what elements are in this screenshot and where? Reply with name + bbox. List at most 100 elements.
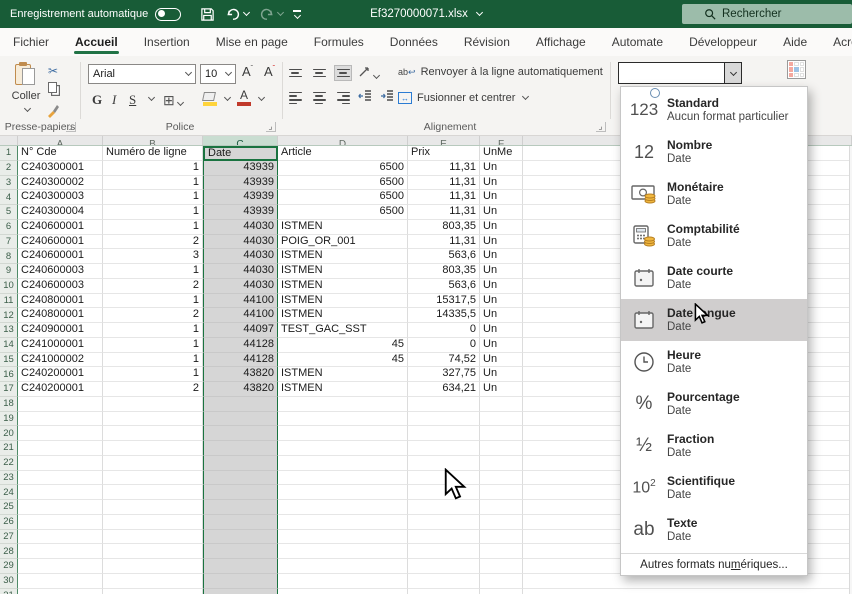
cell-A16[interactable]: C240200001 [18, 367, 103, 382]
cell-D30[interactable] [278, 574, 408, 589]
more-number-formats-button[interactable]: Autres formats numériques... [621, 553, 807, 575]
align-middle-button[interactable] [310, 65, 328, 81]
tab-insertion[interactable]: Insertion [131, 29, 203, 55]
cell-F20[interactable] [480, 426, 523, 441]
cell-D18[interactable] [278, 397, 408, 412]
cell-C4[interactable]: 43939 [203, 190, 278, 205]
row-header-2[interactable]: 2 [0, 161, 18, 176]
cell-E8[interactable]: 563,6 [408, 249, 480, 264]
undo-button[interactable] [222, 5, 252, 24]
autosave-toggle[interactable] [155, 8, 181, 21]
cell-F11[interactable]: Un [480, 294, 523, 309]
cell-B10[interactable]: 2 [103, 279, 203, 294]
cell-A30[interactable] [18, 574, 103, 589]
cell-C27[interactable] [203, 530, 278, 545]
cell-E31[interactable] [408, 589, 480, 594]
cell-E27[interactable] [408, 530, 480, 545]
column-header-E[interactable]: E [408, 136, 480, 145]
cell-D19[interactable] [278, 412, 408, 427]
cell-D4[interactable]: 6500 [278, 190, 408, 205]
cell-A17[interactable]: C240200001 [18, 382, 103, 397]
cell-E4[interactable]: 11,31 [408, 190, 480, 205]
row-header-16[interactable]: 16 [0, 367, 18, 382]
cell-A18[interactable] [18, 397, 103, 412]
align-center-button[interactable] [310, 90, 328, 106]
cell-E16[interactable]: 327,75 [408, 367, 480, 382]
italic-button[interactable]: I [112, 92, 116, 108]
cell-A21[interactable] [18, 441, 103, 456]
cell-A5[interactable]: C240300004 [18, 205, 103, 220]
cell-D5[interactable]: 6500 [278, 205, 408, 220]
cell-E19[interactable] [408, 412, 480, 427]
cell-C16[interactable]: 43820 [203, 367, 278, 382]
row-header-28[interactable]: 28 [0, 544, 18, 559]
cell-C1[interactable]: Date [203, 146, 278, 161]
row-header-12[interactable]: 12 [0, 308, 18, 323]
font-name-select[interactable]: Arial [88, 64, 196, 84]
cell-C15[interactable]: 44128 [203, 353, 278, 368]
cell-F19[interactable] [480, 412, 523, 427]
row-header-4[interactable]: 4 [0, 190, 18, 205]
cell-B3[interactable]: 1 [103, 176, 203, 191]
cell-F24[interactable] [480, 485, 523, 500]
cell-F13[interactable]: Un [480, 323, 523, 338]
tab-acrobat[interactable]: Acrobat [820, 29, 852, 55]
row-header-13[interactable]: 13 [0, 323, 18, 338]
cell-A1[interactable]: N° Cde [18, 146, 103, 161]
menu-item-standard[interactable]: 123 StandardAucun format particulier [621, 89, 807, 131]
cell-B22[interactable] [103, 456, 203, 471]
row-header-25[interactable]: 25 [0, 500, 18, 515]
cell-B21[interactable] [103, 441, 203, 456]
row-header-26[interactable]: 26 [0, 515, 18, 530]
cell-A7[interactable]: C240600001 [18, 235, 103, 250]
cell-E29[interactable] [408, 559, 480, 574]
cell-F25[interactable] [480, 500, 523, 515]
cell-A12[interactable]: C240800001 [18, 308, 103, 323]
menu-item-heure[interactable]: HeureDate [621, 341, 807, 383]
menu-item-texte[interactable]: ab TexteDate [621, 509, 807, 551]
column-header-D[interactable]: D [278, 136, 408, 145]
cell-C9[interactable]: 44030 [203, 264, 278, 279]
number-format-combobox[interactable] [618, 62, 742, 84]
cell-F16[interactable]: Un [480, 367, 523, 382]
tab-formules[interactable]: Formules [301, 29, 377, 55]
cell-C29[interactable] [203, 559, 278, 574]
cell-F22[interactable] [480, 456, 523, 471]
cell-E17[interactable]: 634,21 [408, 382, 480, 397]
align-bottom-button[interactable] [334, 65, 352, 81]
cut-button[interactable]: ✂ [48, 64, 58, 78]
cell-C20[interactable] [203, 426, 278, 441]
decrease-font-size-button[interactable]: Aˇ [264, 64, 275, 79]
cell-B20[interactable] [103, 426, 203, 441]
cell-F7[interactable]: Un [480, 235, 523, 250]
cell-E12[interactable]: 14335,5 [408, 308, 480, 323]
menu-item-fraction[interactable]: ½ FractionDate [621, 425, 807, 467]
cell-D10[interactable]: ISTMEN [278, 279, 408, 294]
cell-B18[interactable] [103, 397, 203, 412]
font-color-button[interactable]: A [237, 90, 251, 106]
decrease-indent-button[interactable] [358, 90, 372, 102]
clipboard-dialog-launcher[interactable]: ⌟ [66, 122, 76, 132]
align-top-button[interactable] [286, 65, 304, 81]
cell-A4[interactable]: C240300003 [18, 190, 103, 205]
tab-développeur[interactable]: Développeur [676, 29, 770, 55]
cell-F3[interactable]: Un [480, 176, 523, 191]
cell-B27[interactable] [103, 530, 203, 545]
menu-item-scientifique[interactable]: 102 ScientifiqueDate [621, 467, 807, 509]
autosave-toggle-group[interactable]: Enregistrement automatique [10, 8, 181, 21]
cell-C11[interactable]: 44100 [203, 294, 278, 309]
cell-C30[interactable] [203, 574, 278, 589]
cell-A23[interactable] [18, 471, 103, 486]
cell-E5[interactable]: 11,31 [408, 205, 480, 220]
fill-color-button[interactable] [203, 92, 217, 106]
cell-F6[interactable]: Un [480, 220, 523, 235]
cell-B28[interactable] [103, 544, 203, 559]
fill-color-chevron-icon[interactable] [224, 94, 231, 101]
cell-E2[interactable]: 11,31 [408, 161, 480, 176]
cell-B6[interactable]: 1 [103, 220, 203, 235]
column-header-F[interactable]: F [480, 136, 523, 145]
cell-B7[interactable]: 2 [103, 235, 203, 250]
cell-B9[interactable]: 1 [103, 264, 203, 279]
cell-A24[interactable] [18, 485, 103, 500]
cell-D12[interactable]: ISTMEN [278, 308, 408, 323]
